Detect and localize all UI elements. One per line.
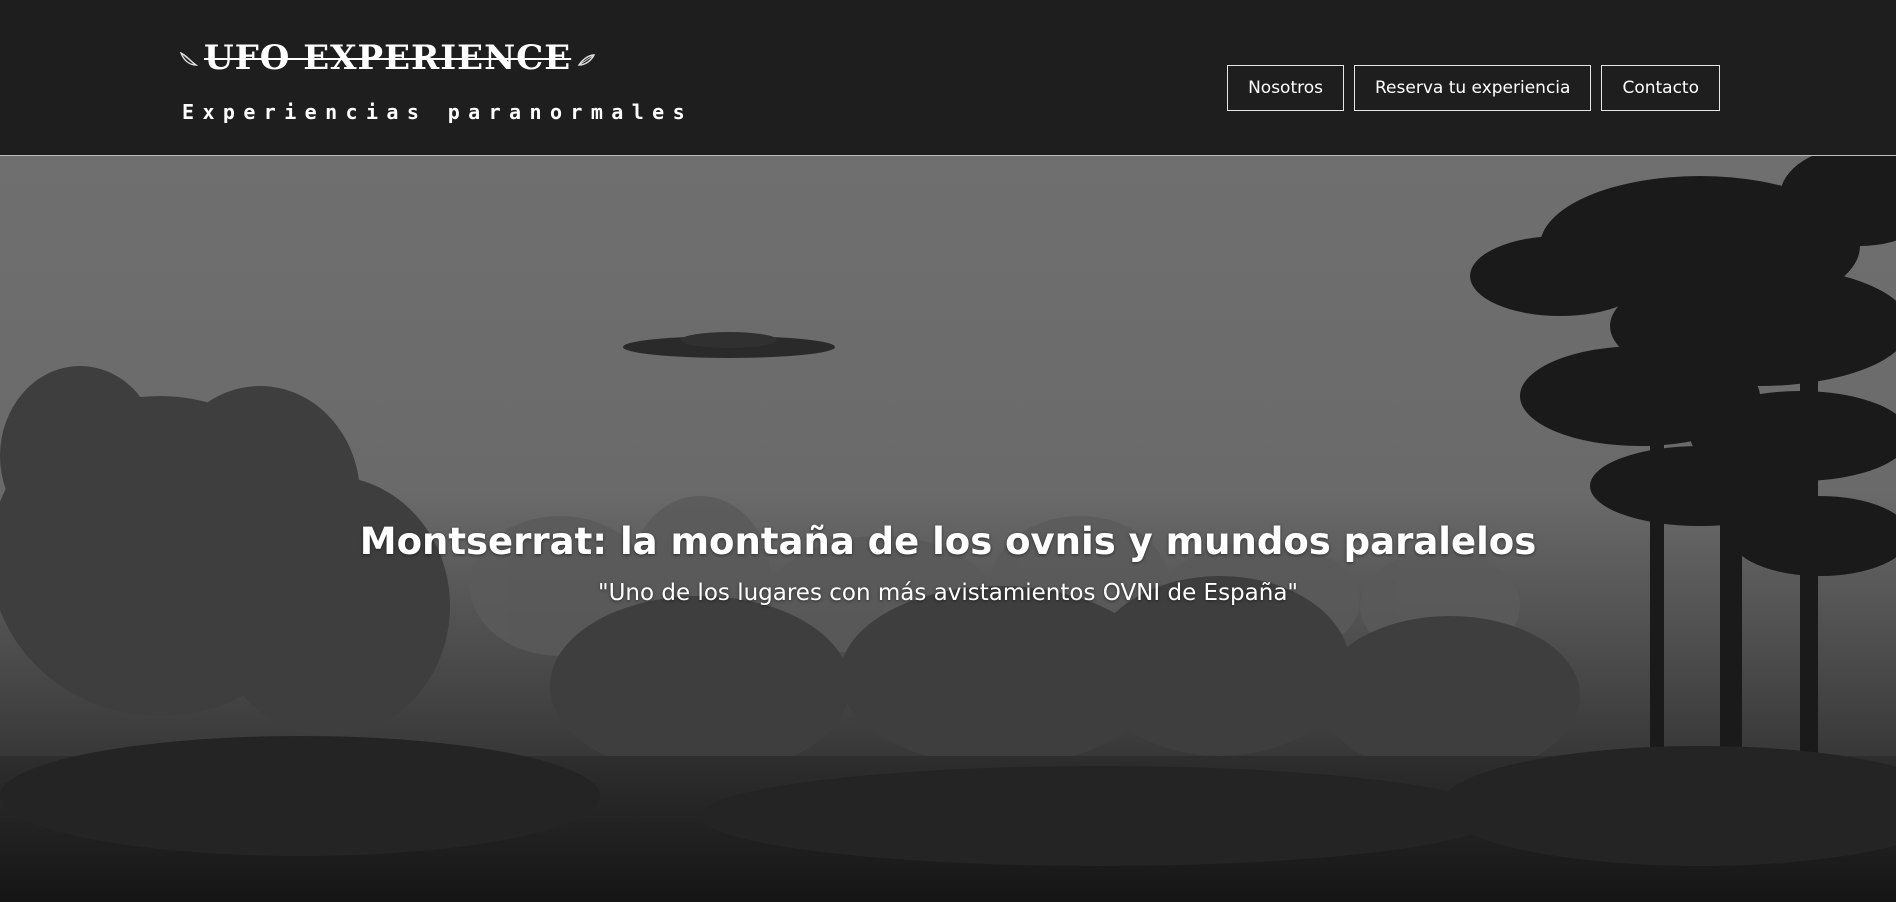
brand-logo[interactable]: UFO EXPERIENCE Experiencias paranormales [178, 34, 718, 134]
nav-nosotros-button[interactable]: Nosotros [1227, 65, 1344, 111]
hero-title: Montserrat: la montaña de los ovnis y mu… [359, 520, 1537, 563]
site-header: UFO EXPERIENCE Experiencias paranormales… [0, 0, 1896, 156]
brand-title-row: UFO EXPERIENCE [178, 34, 597, 82]
leaf-right-icon [577, 54, 596, 66]
hero-section: Montserrat: la montaña de los ovnis y mu… [0, 156, 1896, 902]
brand-tagline: Experiencias paranormales [182, 100, 694, 124]
nav-contacto-button[interactable]: Contacto [1601, 65, 1720, 111]
nav-reserva-button[interactable]: Reserva tu experiencia [1354, 65, 1592, 111]
leaf-left-icon [179, 51, 199, 66]
brand-title: UFO EXPERIENCE [204, 38, 572, 78]
main-nav: Nosotros Reserva tu experiencia Contacto [1227, 65, 1720, 111]
hero-subtitle: "Uno de los lugares con más avistamiento… [598, 580, 1298, 606]
